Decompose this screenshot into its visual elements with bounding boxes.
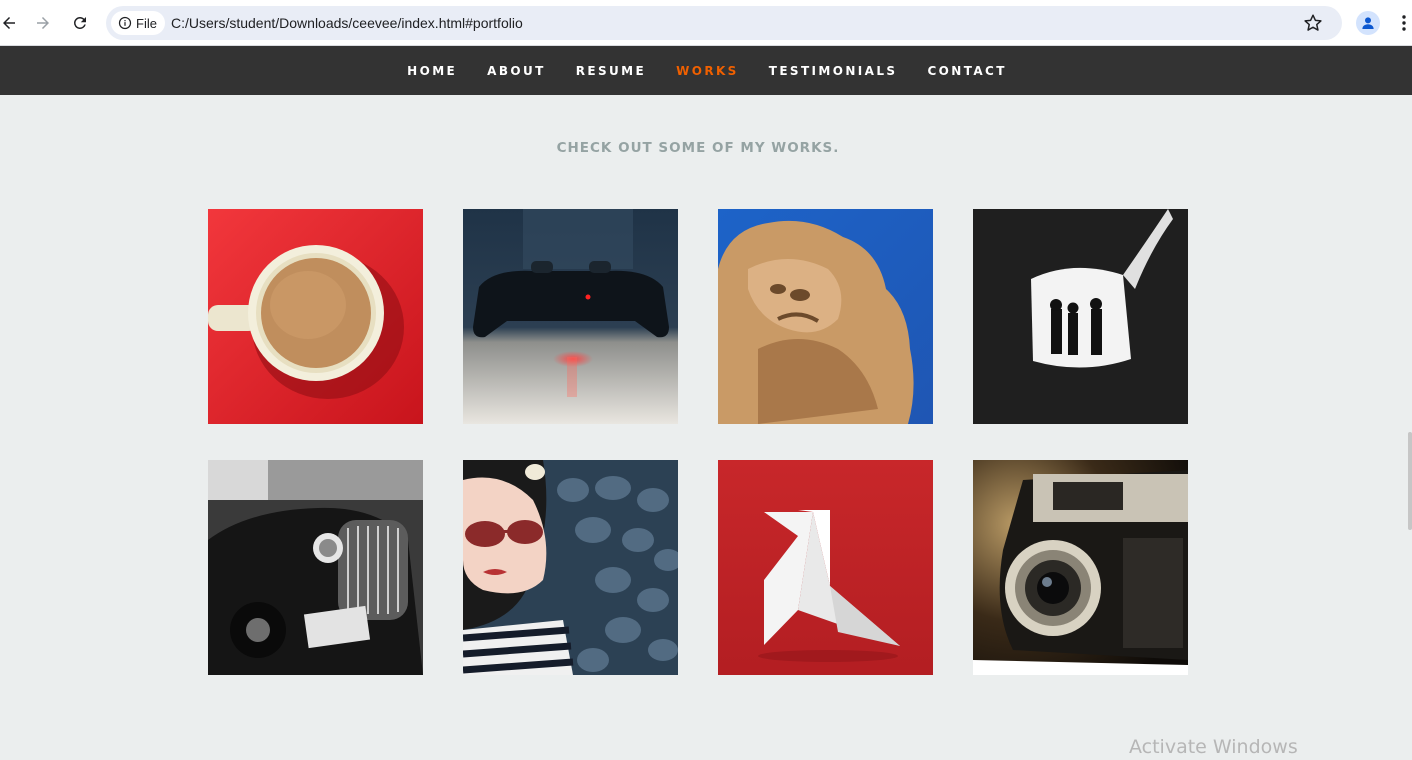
reload-icon[interactable] <box>68 11 92 35</box>
portfolio-item-judah[interactable] <box>718 209 933 424</box>
nav-item-about[interactable]: About <box>472 64 561 78</box>
portfolio-item-origami[interactable] <box>718 460 933 675</box>
site-info-chip[interactable]: File <box>111 11 165 35</box>
page-scrollbar-thumb[interactable] <box>1408 432 1412 530</box>
portfolio-item-retrocam[interactable] <box>973 460 1188 675</box>
portfolio-item-girl[interactable] <box>463 460 678 675</box>
nav-list: Home About Resume Works Testimonials Contact <box>0 46 1412 95</box>
portfolio-item-into-the-light[interactable] <box>973 209 1188 424</box>
nav-item-resume[interactable]: Resume <box>561 64 661 78</box>
activate-windows-watermark: Activate Windows <box>1129 736 1298 758</box>
portfolio-item-coffee[interactable] <box>208 209 423 424</box>
nav-item-home[interactable]: Home <box>392 64 472 78</box>
portfolio-heading: CHECK OUT SOME OF MY WORKS. <box>556 140 840 156</box>
bookmark-star-icon[interactable] <box>1302 12 1324 34</box>
profile-avatar-icon[interactable] <box>1356 11 1380 35</box>
back-icon[interactable] <box>0 11 21 35</box>
site-nav: Home About Resume Works Testimonials Contact <box>0 46 1412 95</box>
nav-item-contact[interactable]: Contact <box>912 64 1021 78</box>
portfolio-item-farmerboy[interactable] <box>208 460 423 675</box>
nav-item-testimonials[interactable]: Testimonials <box>754 64 913 78</box>
browser-menu-icon[interactable] <box>1394 13 1412 33</box>
info-icon <box>118 16 132 30</box>
address-bar[interactable]: File C:/Users/student/Downloads/ceevee/i… <box>106 6 1342 40</box>
forward-icon[interactable] <box>31 11 55 35</box>
nav-item-works[interactable]: Works <box>661 64 754 78</box>
site-info-label: File <box>136 15 157 31</box>
browser-toolbar: File C:/Users/student/Downloads/ceevee/i… <box>0 0 1412 46</box>
url-text[interactable]: C:/Users/student/Downloads/ceevee/index.… <box>171 15 523 31</box>
portfolio-item-console[interactable] <box>463 209 678 424</box>
